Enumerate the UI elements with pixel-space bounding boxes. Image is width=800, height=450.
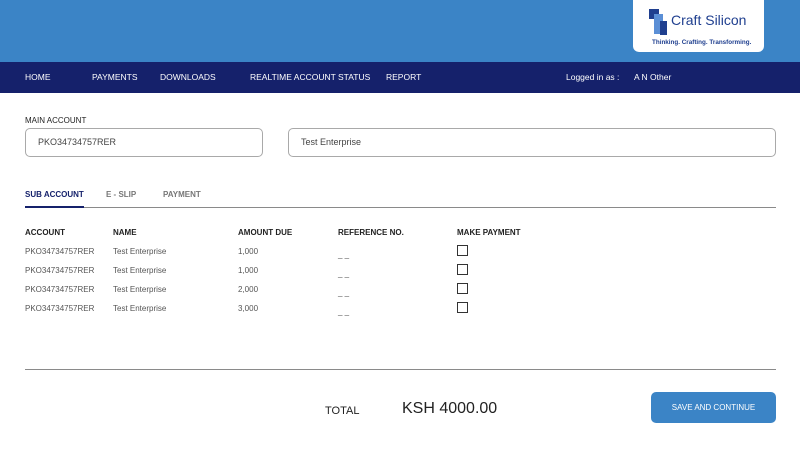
logo-tagline: Thinking. Crafting. Transforming. [652,39,752,46]
table-row-account: PKO34734757RER [25,247,95,256]
total-amount: KSH 4000.00 [402,400,498,417]
nav-payments[interactable]: PAYMENTS [92,62,138,93]
footer-divider [25,369,776,370]
table-row-reference: _ _ [338,269,350,278]
logged-in-label: Logged in as : [566,72,620,82]
column-header-amount-due: AMOUNT DUE [238,228,293,237]
total-label: TOTAL [325,405,360,417]
table-row-reference: _ _ [338,288,350,297]
column-header-make-payment: MAKE PAYMENT [457,228,521,237]
table-row-name: Test Enterprise [113,247,167,256]
table-row-reference: _ _ [338,250,350,259]
table-row-account: PKO34734757RER [25,266,95,275]
tab-e-slip[interactable]: E - SLIP [106,190,136,207]
table-row-name: Test Enterprise [113,285,167,294]
column-header-name: NAME [113,228,137,237]
table-row-reference: _ _ [338,307,350,316]
user-name[interactable]: A N Other [634,62,671,93]
table-row-amount: 3,000 [238,304,259,313]
table-row-account: PKO34734757RER [25,285,95,294]
column-header-reference-no: REFERENCE NO. [338,228,404,237]
main-account-label: MAIN ACCOUNT [25,116,87,125]
save-and-continue-button[interactable]: SAVE AND CONTINUE [651,392,776,423]
account-tabs: SUB ACCOUNT E - SLIP PAYMENT [25,190,776,208]
table-row-amount: 1,000 [238,247,259,256]
table-row-amount: 2,000 [238,285,259,294]
table-row-name: Test Enterprise [113,304,167,313]
brand-logo[interactable]: Craft Silicon Thinking. Crafting. Transf… [633,0,764,52]
column-header-account: ACCOUNT [25,228,65,237]
main-navigation: HOME PAYMENTS DOWNLOADS REALTIME ACCOUNT… [0,62,800,93]
nav-realtime-account-status[interactable]: REALTIME ACCOUNT STATUS [250,62,370,93]
logo-name: Craft Silicon [671,12,747,28]
main-account-number-field[interactable]: PKO34734757RER [25,128,263,157]
tab-sub-account[interactable]: SUB ACCOUNT [25,190,84,208]
logo-mark-icon [649,9,669,35]
nav-home[interactable]: HOME [25,62,51,93]
table-row-account: PKO34734757RER [25,304,95,313]
make-payment-checkbox[interactable] [457,283,468,294]
table-row-amount: 1,000 [238,266,259,275]
make-payment-checkbox[interactable] [457,302,468,313]
tab-payment[interactable]: PAYMENT [163,190,201,207]
make-payment-checkbox[interactable] [457,245,468,256]
nav-report[interactable]: REPORT [386,62,421,93]
nav-downloads[interactable]: DOWNLOADS [160,62,216,93]
main-account-name-field[interactable]: Test Enterprise [288,128,776,157]
make-payment-checkbox[interactable] [457,264,468,275]
table-row-name: Test Enterprise [113,266,167,275]
